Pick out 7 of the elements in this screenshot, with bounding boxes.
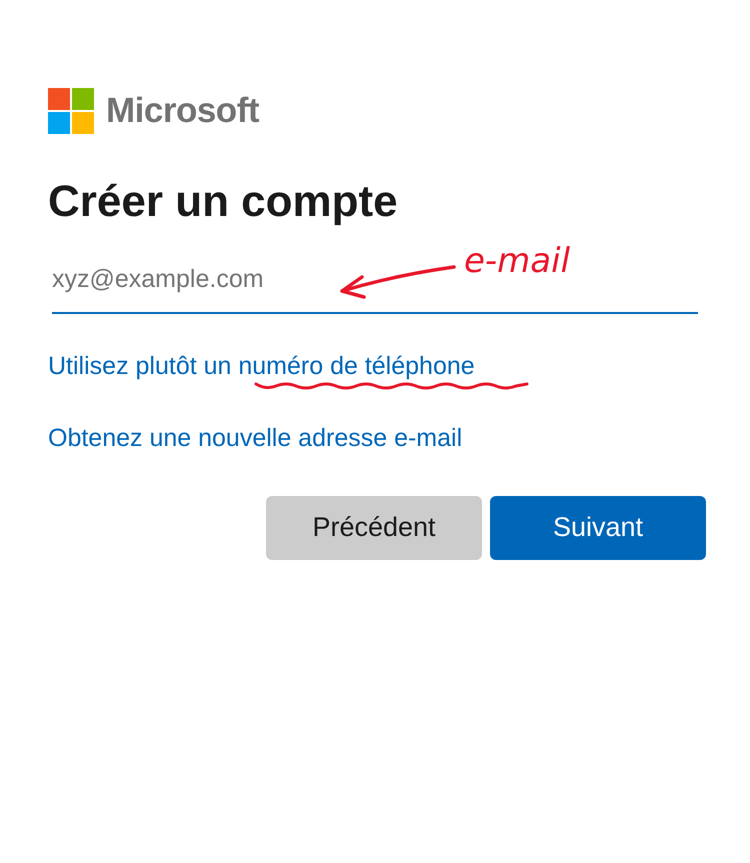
logo-icon	[48, 88, 94, 134]
link[interactable]: Utilisez plutôt un numéro de téléphone	[48, 352, 475, 380]
logo-text: Microsoft	[106, 91, 259, 131]
link[interactable]: Obtenez une nouvelle adresse e-mail	[48, 424, 462, 452]
page-title: Créer un compte	[48, 176, 399, 228]
back-button[interactable]: Précédent	[266, 496, 482, 560]
next-button[interactable]: Suivant	[490, 496, 706, 560]
